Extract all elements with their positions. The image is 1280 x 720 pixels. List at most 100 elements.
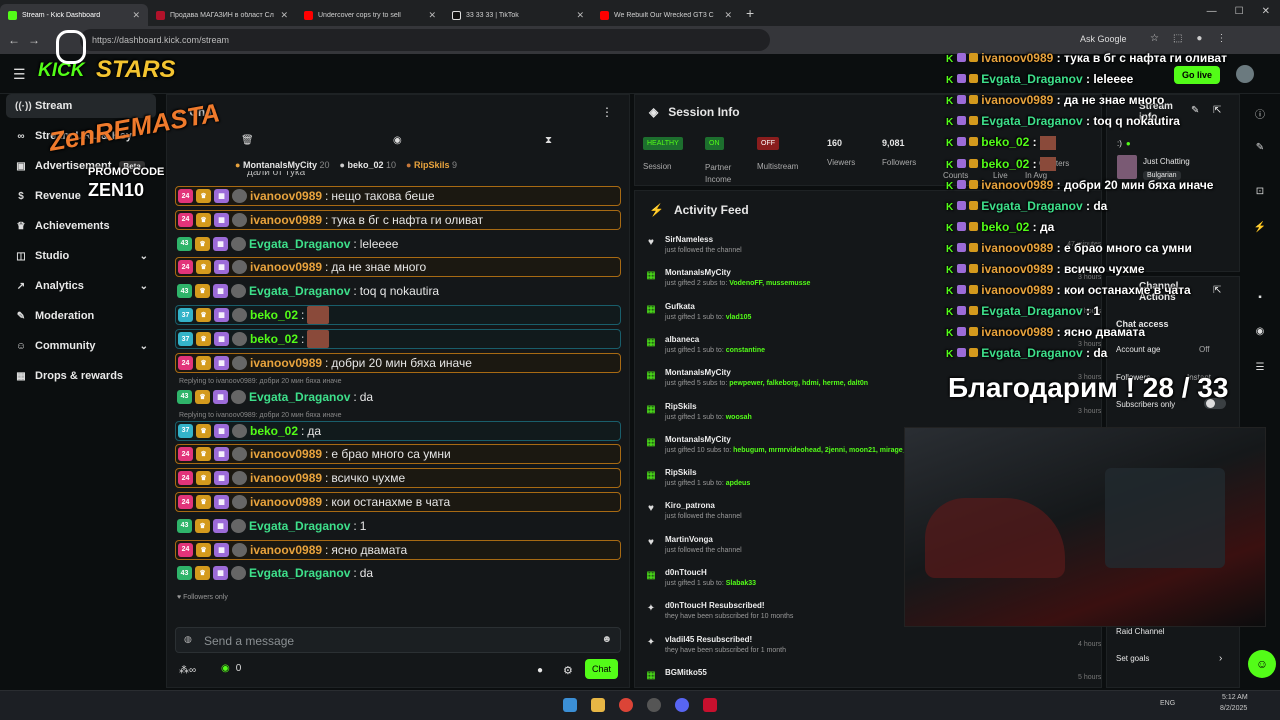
- chat-message[interactable]: 24 ♛ ▦ ivanoov0989: е брао много са умни: [175, 444, 621, 465]
- start-icon[interactable]: [563, 698, 577, 712]
- minimize-icon[interactable]: —: [1207, 6, 1217, 17]
- chat-username[interactable]: ivanoov0989: [250, 447, 322, 461]
- folder-icon[interactable]: [591, 698, 605, 712]
- chat-icon[interactable]: ▪: [1242, 284, 1278, 310]
- gear-icon[interactable]: ⚙: [563, 664, 573, 677]
- chat-username[interactable]: ivanoov0989: [250, 260, 322, 274]
- hourglass-icon[interactable]: ⧗: [545, 135, 552, 146]
- close-icon[interactable]: ✕: [576, 10, 584, 21]
- help-chat-icon[interactable]: ☺: [1248, 650, 1276, 678]
- back-icon[interactable]: ←: [4, 33, 24, 47]
- chat-username[interactable]: ivanoov0989: [250, 356, 322, 370]
- chat-username[interactable]: beko_02: [250, 424, 298, 438]
- sidebar-item-moderation[interactable]: ✎ Moderation: [6, 304, 156, 328]
- account-age-value[interactable]: Off: [1199, 345, 1210, 354]
- layout-icon[interactable]: ☰: [1242, 354, 1278, 380]
- edit-icon[interactable]: ✎: [1242, 134, 1278, 160]
- set-goals-button[interactable]: Set goals: [1116, 654, 1149, 663]
- chat-username[interactable]: Evgata_Draganov: [249, 390, 350, 404]
- chat-username[interactable]: ivanoov0989: [250, 543, 322, 557]
- focus-icon[interactable]: ⊡: [1242, 178, 1278, 204]
- chat-username[interactable]: Evgata_Draganov: [249, 519, 350, 533]
- close-icon[interactable]: ✕: [132, 10, 140, 21]
- more-icon[interactable]: ⋮: [601, 105, 613, 119]
- chevron-down-icon[interactable]: ⌄: [140, 251, 148, 262]
- chat-username[interactable]: ivanoov0989: [250, 495, 322, 509]
- edit-icon[interactable]: ✎: [1191, 105, 1199, 116]
- sidebar-item-community[interactable]: ☺ Community ⌄: [6, 334, 156, 358]
- chat-message[interactable]: 43 ♛ ▦ Evgata_Draganov: toq q nokautira: [175, 281, 621, 301]
- chat-username[interactable]: Evgata_Draganov: [249, 566, 350, 580]
- chat-message[interactable]: 24 ♛ ▦ ivanoov0989: добри 20 мин бяха иначе: [175, 353, 621, 373]
- chat-settings-bubble-icon[interactable]: ●: [537, 665, 543, 676]
- raid-channel-button[interactable]: Raid Channel: [1116, 627, 1164, 636]
- chat-username[interactable]: beko_02: [250, 308, 298, 322]
- sidebar-item-studio[interactable]: ◫ Studio ⌄: [6, 244, 156, 268]
- clock-date[interactable]: 8/2/2025: [1220, 705, 1247, 712]
- chevron-right-icon[interactable]: ›: [1219, 653, 1222, 664]
- chat-message[interactable]: 24 ♛ ▦ ivanoov0989: да не знае много: [175, 257, 621, 278]
- close-icon[interactable]: ✕: [428, 10, 436, 21]
- chat-message[interactable]: 24 ♛ ▦ ivanoov0989: ясно двамата: [175, 539, 621, 560]
- chat-username[interactable]: beko_02: [250, 332, 298, 346]
- chat-message[interactable]: 37 ♛ ▦ beko_02:: [175, 305, 621, 325]
- chat-message[interactable]: 43 ♛ ▦ Evgata_Draganov: da: [175, 387, 621, 407]
- clock-time[interactable]: 5:12 AM: [1222, 694, 1248, 701]
- sidebar-item-analytics[interactable]: ↗ Analytics ⌄: [6, 274, 156, 298]
- bolt-icon[interactable]: ⚡: [1242, 214, 1278, 240]
- chat-message[interactable]: 24 ♛ ▦ ivanoov0989: кои останахме в чата: [175, 492, 621, 512]
- chat-message[interactable]: 43 ♛ ▦ Evgata_Draganov: da: [175, 563, 621, 583]
- profile-icon[interactable]: ●: [1196, 33, 1202, 44]
- activity-item[interactable]: ✦ vladil45 Resubscribed! they have been su…: [645, 635, 1101, 665]
- obs-icon[interactable]: [647, 698, 661, 712]
- chat-username[interactable]: ivanoov0989: [250, 471, 322, 485]
- chat-username[interactable]: ivanoov0989: [250, 213, 322, 227]
- info-icon[interactable]: ⓘ: [1242, 100, 1278, 126]
- browser-tab[interactable]: Undercover cops try to sell ✕: [296, 4, 444, 26]
- sidebar-item-achievements[interactable]: ♛ Achievements: [6, 214, 156, 238]
- popout-icon[interactable]: ⇱: [1213, 285, 1221, 296]
- maximize-icon[interactable]: ☐: [1235, 6, 1244, 17]
- close-window-icon[interactable]: ✕: [1262, 6, 1270, 17]
- new-tab-button[interactable]: +: [746, 5, 754, 21]
- chat-message[interactable]: 37 ♛ ▦ beko_02:: [175, 329, 621, 349]
- send-chat-button[interactable]: Chat: [585, 659, 619, 679]
- menu-icon[interactable]: ⋮: [1216, 33, 1226, 44]
- discord-icon[interactable]: [675, 698, 689, 712]
- message-icon[interactable]: ◉: [393, 135, 402, 146]
- emoji-icon[interactable]: ☻: [601, 634, 612, 645]
- browser-tab[interactable]: Продава МАГАЗИН в област Сл ✕: [148, 4, 296, 26]
- chat-message[interactable]: 43 ♛ ▦ Evgata_Draganov: leleeee: [175, 234, 621, 254]
- chevron-down-icon[interactable]: ⌄: [140, 281, 148, 292]
- chat-message[interactable]: 24 ♛ ▦ ivanoov0989: тука в бг с нафта ги оли…: [175, 209, 621, 230]
- infinity-icon[interactable]: ⁂∞: [179, 665, 196, 676]
- chat-username[interactable]: ivanoov0989: [250, 189, 322, 203]
- url-input[interactable]: https://dashboard.kick.com/stream: [80, 29, 770, 51]
- forward-icon[interactable]: →: [24, 33, 44, 47]
- browser-tab[interactable]: 33 33 33 | TikTok ✕: [444, 4, 592, 26]
- chat-message[interactable]: 24 ♛ ▦ ivanoov0989: нещо такова беше: [175, 186, 621, 206]
- browser-tab[interactable]: We Rebuilt Our Wrecked GT3 C ✕: [592, 4, 740, 26]
- close-icon[interactable]: ✕: [280, 10, 288, 21]
- chat-message[interactable]: 37 ♛ ▦ beko_02: да: [175, 420, 621, 441]
- activity-item[interactable]: ▦ BGMitko55 5 hours ago: [645, 668, 1101, 687]
- go-live-button[interactable]: Go live: [1174, 66, 1221, 84]
- close-icon[interactable]: ✕: [724, 10, 732, 21]
- chat-username[interactable]: Evgata_Draganov: [249, 237, 350, 251]
- chrome-icon[interactable]: [619, 698, 633, 712]
- trash-icon[interactable]: 🗑: [241, 135, 254, 146]
- avatar[interactable]: [1236, 65, 1254, 83]
- ask-google-button[interactable]: Ask Google: [1080, 34, 1127, 44]
- sidebar-item-drops[interactable]: ▦ Drops & rewards: [6, 364, 156, 388]
- chevron-down-icon[interactable]: ⌄: [140, 341, 148, 352]
- star-icon[interactable]: ☆: [1150, 33, 1159, 44]
- app-icon[interactable]: [703, 698, 717, 712]
- browser-tab[interactable]: Stream - Kick Dashboard ✕: [0, 4, 148, 26]
- broadcast-icon[interactable]: ◉: [1242, 318, 1278, 344]
- popout-icon[interactable]: ⇱: [1213, 105, 1221, 116]
- chat-username[interactable]: Evgata_Draganov: [249, 284, 350, 298]
- message-input[interactable]: ◍ Send a message ☻: [175, 627, 621, 653]
- chat-message[interactable]: 43 ♛ ▦ Evgata_Draganov:1: [175, 516, 621, 536]
- chat-message[interactable]: 24 ♛ ▦ ivanoov0989: всичко чухме: [175, 468, 621, 489]
- language-indicator[interactable]: ENG: [1160, 700, 1175, 707]
